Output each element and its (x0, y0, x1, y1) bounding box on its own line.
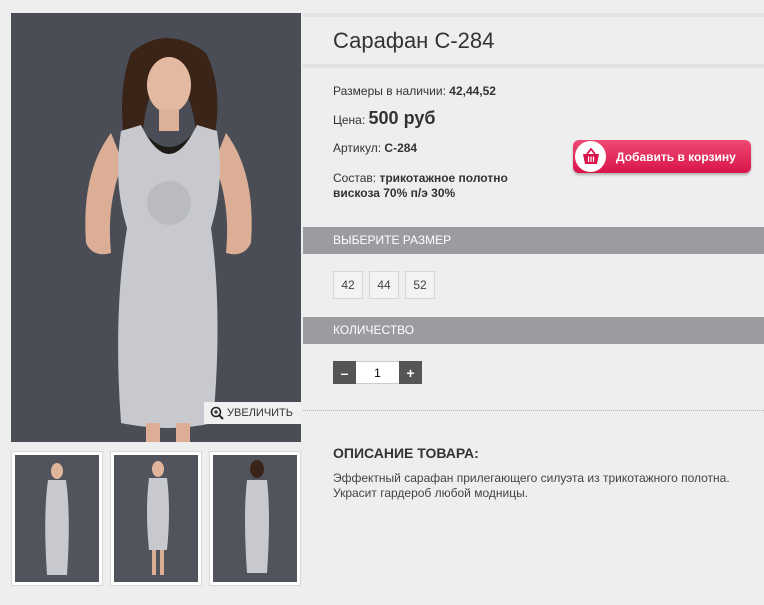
composition-label: Состав: (333, 171, 377, 185)
main-product-photo[interactable]: УВЕЛИЧИТЬ (11, 13, 301, 442)
size-options: 42 44 52 (303, 254, 764, 317)
title-bar: Сарафан С-284 (303, 13, 764, 68)
thumbnail-strip (11, 451, 301, 586)
thumbnail-side[interactable] (110, 451, 202, 586)
description-heading: ОПИСАНИЕ ТОВАРА: (333, 445, 479, 461)
composition-row: Состав: трикотажное полотно вискоза 70% … (333, 171, 764, 201)
thumbnail-image (213, 455, 297, 582)
quantity-decrease-button[interactable]: – (333, 361, 356, 384)
composition-line2: вискоза 70% п/э 30% (333, 186, 456, 200)
price-label: Цена: (333, 113, 366, 127)
description-section: ОПИСАНИЕ ТОВАРА: Эффектный сарафан приле… (303, 411, 764, 501)
sizes-available-value: 42,44,52 (449, 84, 496, 98)
quantity-increase-button[interactable]: + (399, 361, 422, 384)
price-row: Цена: 500 руб (333, 108, 764, 128)
quantity-input[interactable] (356, 361, 399, 384)
product-details: Сарафан С-284 Размеры в наличии: 42,44,5… (303, 13, 764, 501)
dress-model-image (11, 13, 301, 442)
article-label: Артикул: (333, 141, 382, 155)
thumbnail-back[interactable] (209, 451, 301, 586)
add-to-cart-button[interactable]: Добавить в корзину (573, 140, 751, 173)
thumbnail-front[interactable] (11, 451, 103, 586)
size-option-44[interactable]: 44 (369, 271, 399, 299)
price-value: 500 руб (368, 108, 436, 128)
basket-icon (575, 141, 606, 172)
thumbnail-image (114, 455, 198, 582)
sizes-available-row: Размеры в наличии: 42,44,52 (333, 84, 764, 99)
quantity-stepper: – + (333, 361, 764, 384)
product-info: Размеры в наличии: 42,44,52 Цена: 500 ру… (303, 68, 764, 227)
composition-line1: трикотажное полотно (379, 171, 508, 185)
size-option-52[interactable]: 52 (405, 271, 435, 299)
add-to-cart-label: Добавить в корзину (616, 149, 736, 164)
quantity-section-header: КОЛИЧЕСТВО (303, 317, 764, 344)
zoom-button[interactable]: УВЕЛИЧИТЬ (204, 402, 301, 424)
size-section-header: ВЫБЕРИТЕ РАЗМЕР (303, 227, 764, 254)
product-title: Сарафан С-284 (333, 27, 495, 53)
quantity-area: – + (303, 344, 764, 410)
product-gallery: УВЕЛИЧИТЬ (11, 13, 301, 586)
description-text: Эффектный сарафан прилегающего силуэта и… (333, 471, 730, 500)
magnifier-icon (210, 406, 224, 420)
sizes-available-label: Размеры в наличии: (333, 84, 446, 98)
zoom-label: УВЕЛИЧИТЬ (227, 407, 293, 419)
size-option-42[interactable]: 42 (333, 271, 363, 299)
thumbnail-image (15, 455, 99, 582)
article-value: С-284 (384, 141, 418, 155)
